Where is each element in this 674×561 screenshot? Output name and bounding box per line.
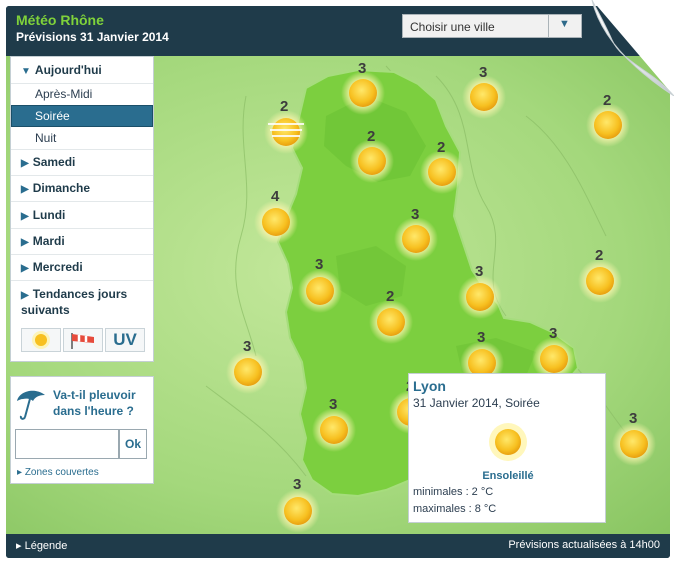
menu-label: Aujourd'hui <box>34 63 102 77</box>
triangle-right-icon: ▸ <box>17 467 25 478</box>
map-marker-value[interactable]: 2 <box>367 128 375 145</box>
card-date: 31 Janvier 2014, Soirée <box>413 396 540 410</box>
map-marker-value[interactable]: 2 <box>595 247 603 264</box>
zones-link[interactable]: ▸ Zones couvertes <box>17 467 99 478</box>
divider <box>11 175 153 176</box>
triangle-right-icon: ▶ <box>21 263 29 274</box>
forecast-card: Lyon 31 Janvier 2014, Soirée Ensoleillé … <box>408 373 606 523</box>
map-marker-value[interactable]: 3 <box>293 476 301 493</box>
menu-evening[interactable]: Soirée <box>11 105 153 127</box>
menu-label: Mardi <box>32 234 65 248</box>
map-marker-value[interactable]: 4 <box>271 188 279 205</box>
divider <box>11 280 153 281</box>
legend-link[interactable]: ▸ Légende <box>16 539 67 552</box>
update-time: Prévisions actualisées à 14h00 <box>508 539 660 551</box>
triangle-down-icon: ▼ <box>21 66 31 77</box>
menu-label: Samedi <box>32 155 76 169</box>
umbrella-icon <box>17 390 45 420</box>
menu-label: Mercredi <box>32 260 83 274</box>
card-condition: Ensoleillé <box>482 470 534 482</box>
map-marker-value[interactable]: 3 <box>629 410 637 427</box>
divider <box>11 149 153 150</box>
tab-uv[interactable]: UV <box>105 328 145 352</box>
view-tabs: UV <box>21 328 145 352</box>
sun-icon <box>32 331 50 349</box>
map-marker-value[interactable]: 3 <box>477 329 485 346</box>
zones-label: Zones couvertes <box>24 467 99 478</box>
triangle-right-icon: ▶ <box>21 158 29 169</box>
triangle-right-icon: ▸ <box>16 540 25 552</box>
rain-question: Va-t-il pleuvoir dans l'heure ? <box>53 388 136 418</box>
card-max-temp: maximales : 8 °C <box>413 503 497 515</box>
menu-tuesday[interactable]: ▶ Mardi <box>11 234 153 248</box>
menu-saturday[interactable]: ▶ Samedi <box>11 155 153 169</box>
sun-icon <box>489 423 527 461</box>
map-marker-value[interactable]: 3 <box>479 64 487 81</box>
triangle-right-icon: ▶ <box>21 290 29 301</box>
menu-trends[interactable]: ▶ Tendances jours suivants <box>11 287 141 317</box>
city-select-toggle[interactable]: ▼ <box>548 15 581 37</box>
menu-wednesday[interactable]: ▶ Mercredi <box>11 260 153 274</box>
map-marker-value[interactable]: 3 <box>315 256 323 273</box>
menu-label: Lundi <box>32 208 66 222</box>
menu-sunday[interactable]: ▶ Dimanche <box>11 181 153 195</box>
chevron-down-icon: ▼ <box>559 18 570 30</box>
divider <box>11 228 153 229</box>
header: Météo Rhône Prévisions 31 Janvier 2014 C… <box>6 6 670 56</box>
divider <box>11 83 153 84</box>
map-marker-value[interactable]: 2 <box>280 98 288 115</box>
map-marker-value[interactable]: 3 <box>243 338 251 355</box>
legend-label: Légende <box>24 540 68 552</box>
divider <box>11 201 153 202</box>
footer: ▸ Légende Prévisions actualisées à 14h00 <box>6 534 670 558</box>
windsock-icon <box>71 333 94 349</box>
page-subtitle: Prévisions 31 Janvier 2014 <box>16 30 169 44</box>
sidebar-menu: ▼ Aujourd'hui Après-Midi Soirée Nuit ▶ Sam… <box>10 56 154 362</box>
city-select[interactable]: Choisir une ville ▼ <box>402 14 582 38</box>
triangle-right-icon: ▶ <box>21 184 29 195</box>
city-select-label: Choisir une ville <box>410 20 495 34</box>
card-city: Lyon <box>413 378 446 394</box>
map-marker-value[interactable]: 3 <box>411 206 419 223</box>
tab-sun[interactable] <box>21 328 61 352</box>
menu-night[interactable]: Nuit <box>11 131 153 145</box>
rain-widget: Va-t-il pleuvoir dans l'heure ? Ok ▸ Zon… <box>10 376 154 484</box>
triangle-right-icon: ▶ <box>21 211 29 222</box>
map-marker-value[interactable]: 2 <box>437 139 445 156</box>
map-marker-value[interactable]: 3 <box>358 60 366 77</box>
map-marker-value[interactable]: 3 <box>549 325 557 342</box>
map-marker-value[interactable]: 3 <box>329 396 337 413</box>
rain-location-input[interactable] <box>15 429 119 459</box>
card-min-temp: minimales : 2 °C <box>413 486 494 498</box>
menu-today[interactable]: ▼ Aujourd'hui <box>11 63 153 77</box>
map-marker-value[interactable]: 2 <box>386 288 394 305</box>
menu-label: Tendances jours suivants <box>21 287 128 317</box>
divider <box>11 254 153 255</box>
page-title: Météo Rhône <box>16 12 104 28</box>
triangle-right-icon: ▶ <box>21 237 29 248</box>
menu-label: Dimanche <box>32 181 91 195</box>
rain-ok-button[interactable]: Ok <box>119 429 147 459</box>
map-marker-value[interactable]: 3 <box>475 263 483 280</box>
page-curl-icon[interactable] <box>582 0 674 96</box>
tab-wind[interactable] <box>63 328 103 352</box>
menu-afternoon[interactable]: Après-Midi <box>11 87 153 101</box>
menu-monday[interactable]: ▶ Lundi <box>11 208 153 222</box>
